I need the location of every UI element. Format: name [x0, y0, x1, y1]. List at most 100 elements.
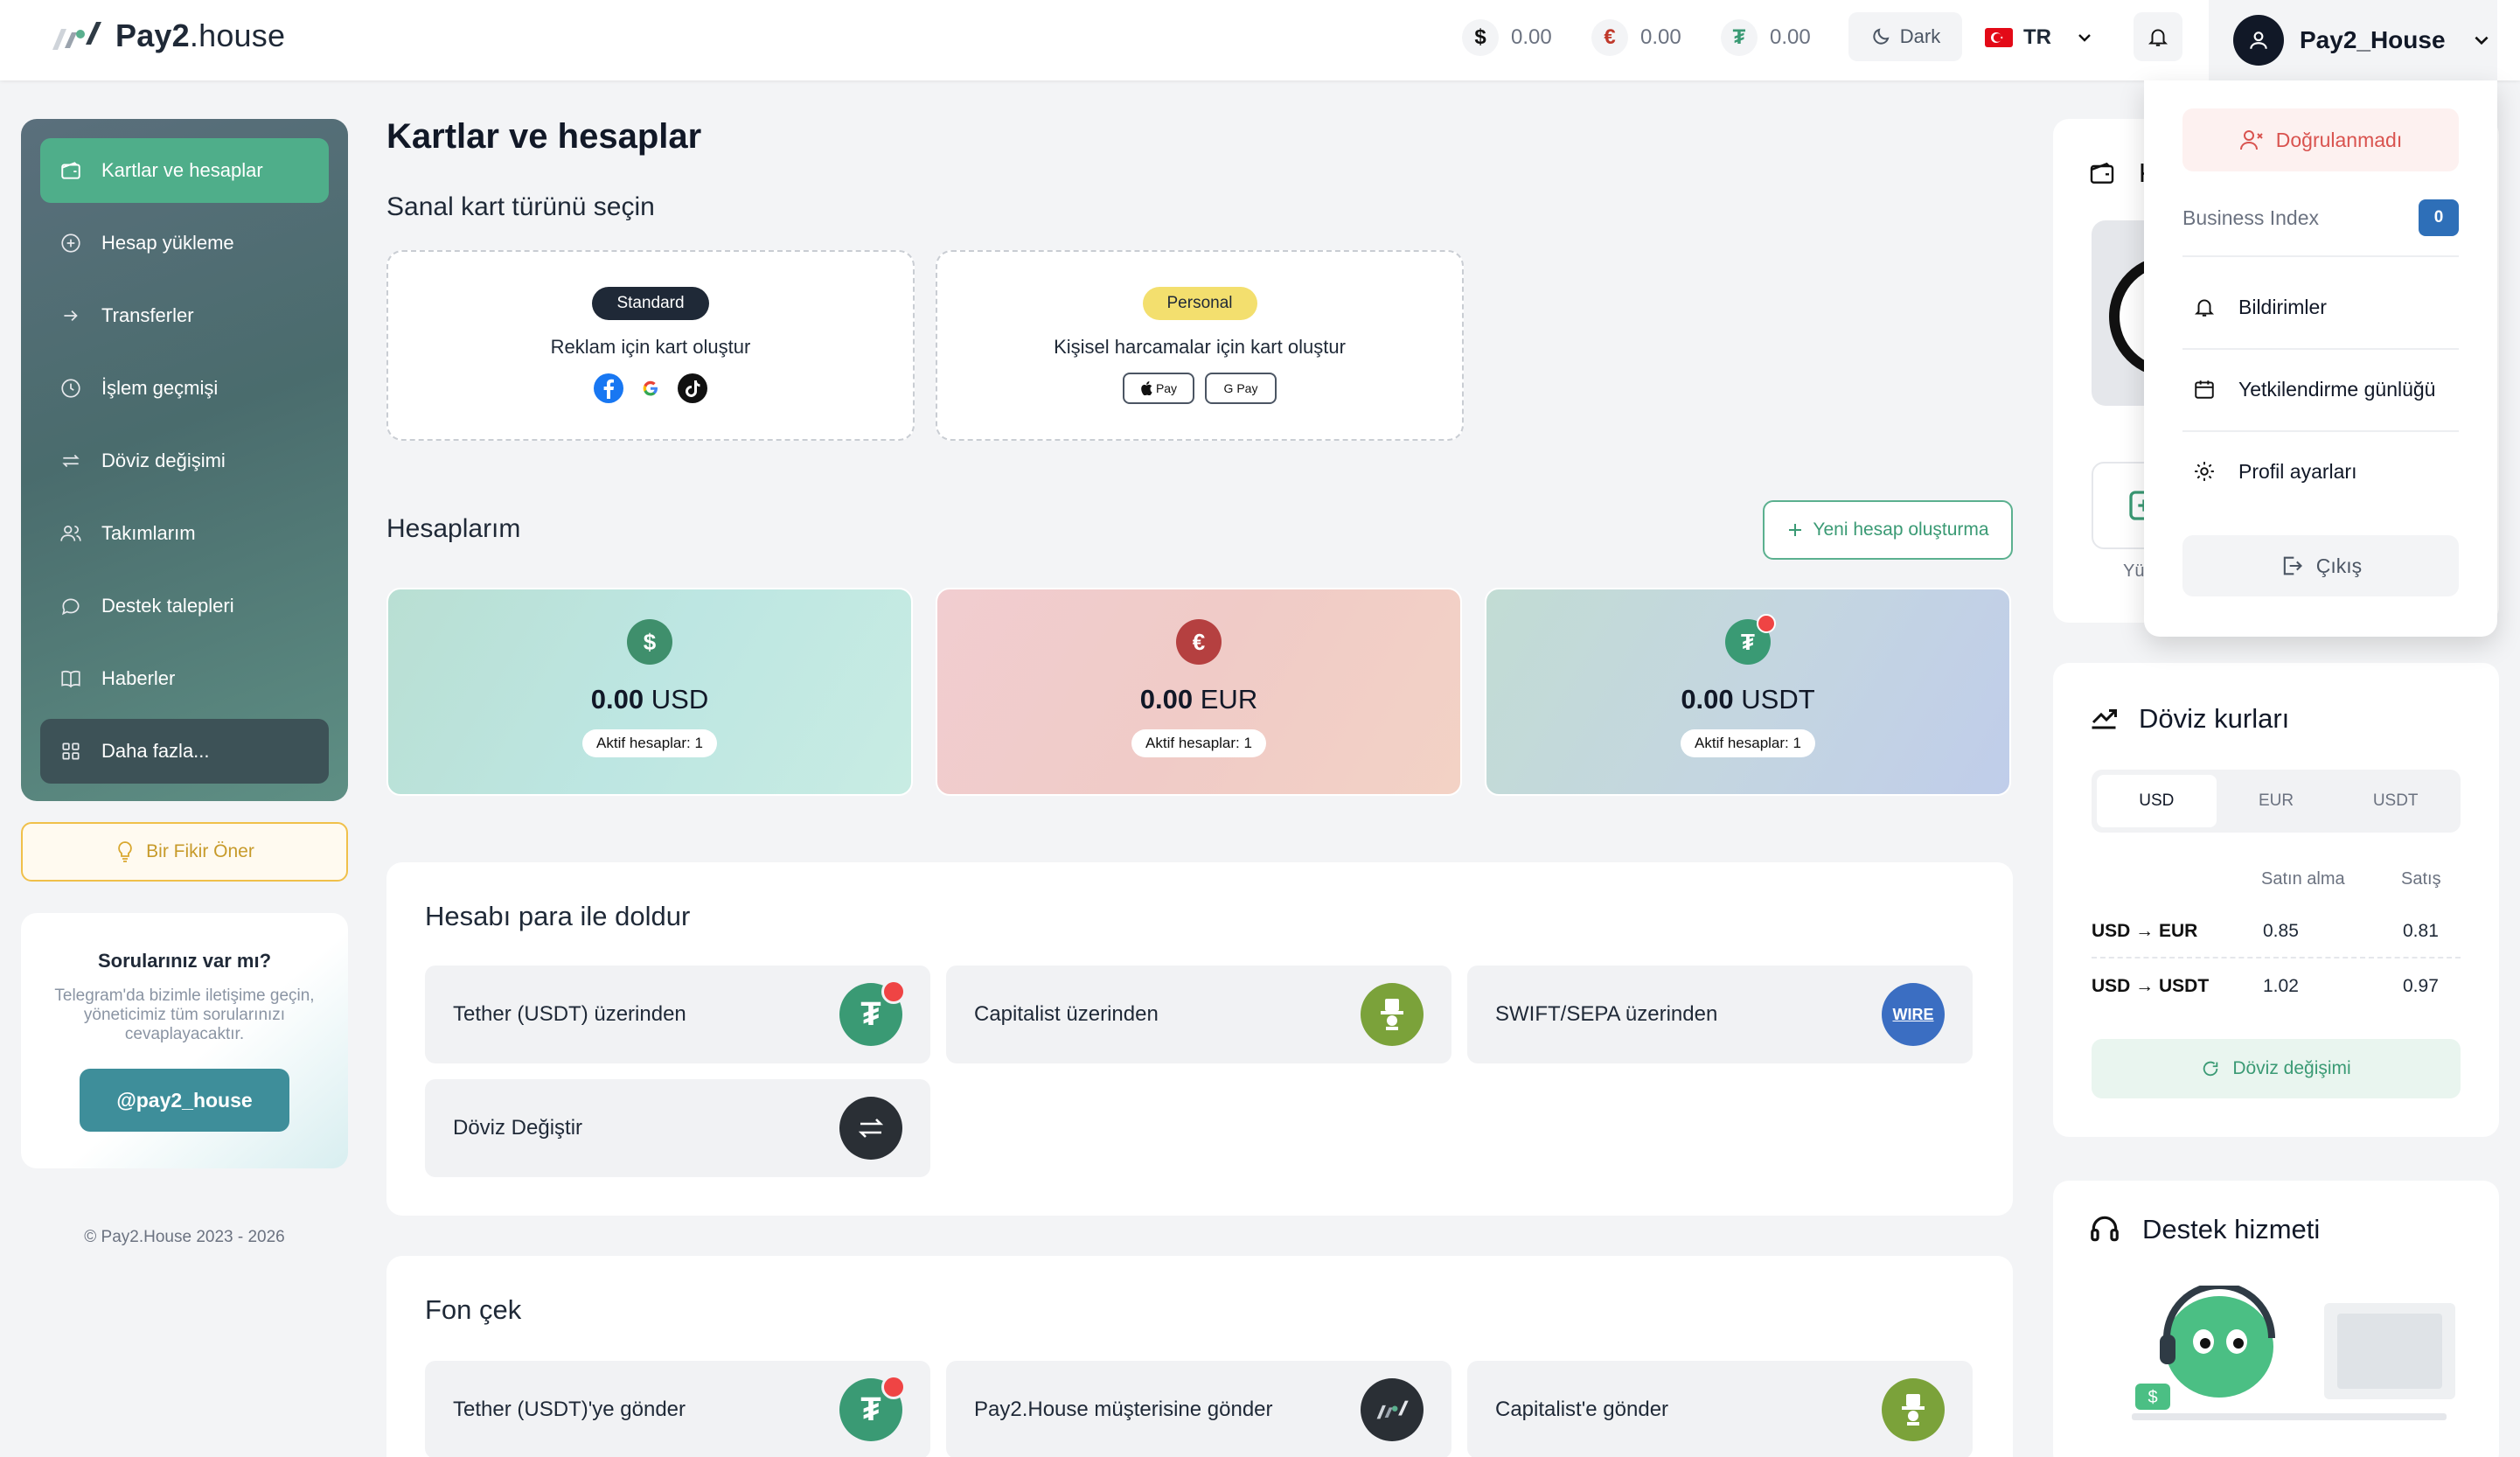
sidebar-item-history[interactable]: İşlem geçmişi [40, 356, 329, 421]
sidebar-item-label: Kartlar ve hesaplar [101, 159, 263, 181]
theme-label: Dark [1899, 25, 1941, 47]
sidebar-item-cards-accounts[interactable]: Kartlar ve hesaplar [40, 138, 329, 203]
user-icon [2247, 29, 2270, 52]
swap-icon [59, 450, 82, 472]
euro-icon: € [1176, 619, 1222, 665]
clock-icon [59, 377, 82, 400]
logout-button[interactable]: Çıkış [2182, 535, 2459, 596]
tab-usdt[interactable]: USDT [2336, 775, 2455, 827]
notifications-button[interactable] [2134, 12, 2182, 61]
user-menu-button[interactable]: Pay2_House [2209, 0, 2497, 80]
apple-pay-badge: Pay [1123, 373, 1194, 404]
new-account-button[interactable]: Yeni hesap oluşturma [1763, 500, 2013, 560]
account-card-usdt[interactable]: ₮ 0.00 USDT Aktif hesaplar: 1 [1485, 588, 2011, 796]
account-card-usd[interactable]: $ 0.00 USD Aktif hesaplar: 1 [386, 588, 913, 796]
tiktok-icon [677, 373, 708, 404]
topup-panel: Hesabı para ile doldur Tether (USDT) üze… [386, 862, 2013, 1216]
gear-icon [2193, 460, 2216, 483]
rate-sell: 0.97 [2403, 976, 2439, 996]
tab-eur[interactable]: EUR [2217, 775, 2336, 827]
sidebar-item-account-topup[interactable]: Hesap yükleme [40, 211, 329, 275]
topup-swift-option[interactable]: SWIFT/SEPA üzerinden WIRE [1467, 966, 1973, 1063]
wallet-icon [59, 159, 82, 182]
balance-value: 0.00 [1770, 25, 1811, 49]
balance-eur[interactable]: € 0.00 [1591, 17, 1681, 58]
topup-capitalist-option[interactable]: Capitalist üzerinden [946, 966, 1451, 1063]
suggest-idea-button[interactable]: Bir Fikir Öner [21, 822, 348, 882]
tether-icon: ₮ [839, 979, 906, 1046]
sidebar-item-teams[interactable]: Takımlarım [40, 501, 329, 566]
svg-text:$: $ [2148, 1388, 2157, 1407]
withdraw-panel: Fon çek Tether (USDT)'ye gönder ₮ Pay2.H… [386, 1256, 2013, 1457]
tron-badge-icon [881, 979, 906, 1004]
sidebar-item-transfers[interactable]: Transferler [40, 283, 329, 348]
tab-usd[interactable]: USD [2097, 775, 2217, 827]
sidebar-item-more[interactable]: Daha fazla... [40, 719, 329, 784]
exchange-button-label: Döviz değişimi [2232, 1058, 2351, 1078]
menu-item-label: Yetkilendirme günlüğü [2238, 377, 2436, 401]
copyright: © Pay2.House 2023 - 2026 [84, 1228, 285, 1246]
topup-exchange-option[interactable]: Döviz Değiştir [425, 1079, 930, 1177]
topup-tether-option[interactable]: Tether (USDT) üzerinden ₮ [425, 966, 930, 1063]
balance-usdt[interactable]: ₮ 0.00 [1721, 17, 1811, 58]
language-select[interactable]: TR [1985, 17, 2093, 58]
col-buy-header: Satın alma [2261, 869, 2345, 889]
divider [2182, 255, 2459, 257]
option-label: Capitalist üzerinden [974, 1002, 1159, 1026]
wallet-icon [2088, 159, 2116, 187]
exchange-button[interactable]: Döviz değişimi [2092, 1039, 2461, 1098]
balance-usd[interactable]: $ 0.00 [1462, 17, 1552, 58]
moon-icon [1870, 26, 1891, 47]
pay2-logo-icon [1361, 1378, 1424, 1441]
theme-toggle-button[interactable]: Dark [1848, 12, 1962, 61]
card-type-standard[interactable]: Standard Reklam için kart oluştur [386, 250, 915, 441]
account-card-eur[interactable]: € 0.00 EUR Aktif hesaplar: 1 [936, 588, 1462, 796]
rate-pair: USD → EUR [2092, 921, 2198, 941]
menu-item-notifications[interactable]: Bildirimler [2182, 266, 2459, 348]
lightbulb-icon [115, 840, 136, 863]
option-label: SWIFT/SEPA üzerinden [1495, 1002, 1718, 1026]
brand-name: Pay2 [115, 17, 190, 53]
account-balance: 0.00 USDT [1681, 684, 1815, 715]
verification-status-button[interactable]: Doğrulanmadı [2182, 108, 2459, 171]
top-header: Pay2.house $ 0.00 € 0.00 ₮ 0.00 Dark TR … [0, 0, 2520, 80]
sidebar-item-exchange[interactable]: Döviz değişimi [40, 429, 329, 493]
telegram-button[interactable]: @pay2_house [80, 1069, 289, 1132]
topup-title: Hesabı para ile doldur [425, 901, 691, 931]
new-account-label: Yeni hesap oluşturma [1813, 519, 1989, 540]
dollar-icon: $ [1462, 19, 1499, 56]
turkey-flag-icon [1985, 28, 2013, 47]
account-balance: 0.00 USD [590, 684, 709, 715]
sidebar-item-label: İşlem geçmişi [101, 377, 219, 399]
apple-icon [1140, 381, 1152, 395]
sidebar-item-news[interactable]: Haberler [40, 646, 329, 711]
sidebar-item-label: Haberler [101, 667, 176, 689]
avatar [2233, 15, 2284, 66]
telegram-help-card: Sorularınız var mı? Telegram'da bizimle … [21, 913, 348, 1168]
menu-item-auth-log[interactable]: Yetkilendirme günlüğü [2182, 348, 2459, 430]
business-index-value: 0 [2419, 199, 2459, 236]
sidebar: Kartlar ve hesaplar Hesap yükleme Transf… [21, 119, 348, 801]
withdraw-capitalist-option[interactable]: Capitalist'e gönder [1467, 1361, 1973, 1457]
menu-item-label: Bildirimler [2238, 295, 2327, 318]
accounts-heading: Hesaplarım [386, 514, 521, 543]
sidebar-item-label: Destek talepleri [101, 595, 234, 617]
withdraw-tether-option[interactable]: Tether (USDT)'ye gönder ₮ [425, 1361, 930, 1457]
logout-icon [2280, 554, 2304, 578]
brand-logo[interactable]: Pay2.house [49, 17, 285, 54]
exchange-rates-card: Döviz kurları USD EUR USDT Satın alma Sa… [2053, 663, 2499, 1137]
sidebar-item-label: Hesap yükleme [101, 232, 234, 254]
google-pay-badge: G Pay [1205, 373, 1277, 404]
menu-item-profile-settings[interactable]: Profil ayarları [2182, 430, 2459, 512]
pay2-logo-icon [49, 18, 103, 53]
active-accounts-badge: Aktif hesaplar: 1 [1681, 729, 1815, 757]
user-dropdown-menu: Doğrulanmadı Business Index 0 Bildirimle… [2144, 80, 2497, 637]
user-x-icon [2239, 129, 2264, 151]
rates-title: Döviz kurları [2139, 703, 2290, 734]
card-type-heading: Sanal kart türünü seçin [386, 192, 655, 221]
account-balance: 0.00 EUR [1139, 684, 1258, 715]
sidebar-item-support-tickets[interactable]: Destek talepleri [40, 574, 329, 638]
username: Pay2_House [2300, 26, 2446, 53]
card-type-personal[interactable]: Personal Kişisel harcamalar için kart ol… [936, 250, 1464, 441]
withdraw-pay2-option[interactable]: Pay2.House müşterisine gönder [946, 1361, 1451, 1457]
